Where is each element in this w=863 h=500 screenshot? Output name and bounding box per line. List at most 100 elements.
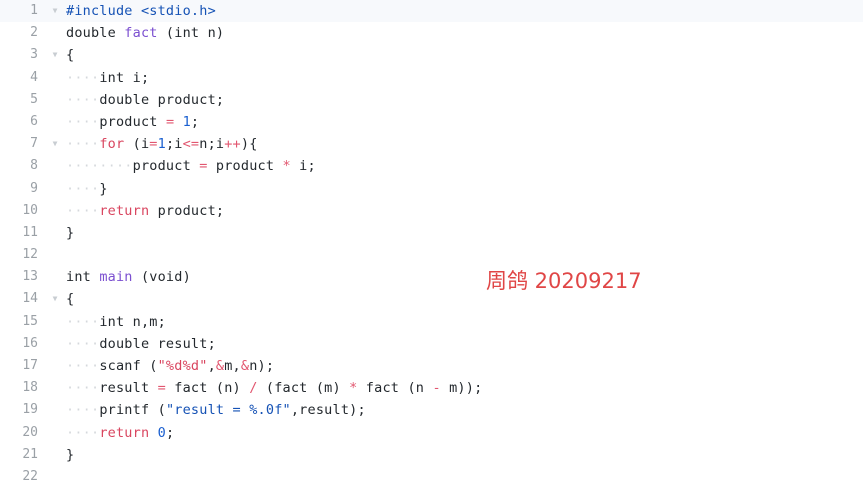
token-ws: ···· — [66, 335, 100, 352]
line-content: } — [66, 222, 74, 244]
token-plain: product — [207, 158, 283, 175]
token-plain: (i — [124, 136, 150, 153]
line-number: 19 — [22, 402, 38, 418]
code-line[interactable]: 2 double fact (int n) — [0, 22, 863, 44]
token-plain: , — [207, 358, 216, 374]
token-ws: ···· — [66, 358, 100, 374]
line-content: ········product = product * i; — [66, 155, 316, 177]
line-number: 16 — [22, 335, 38, 351]
line-content: #include <stdio.h> — [66, 0, 216, 22]
token-ws: ···· — [66, 136, 100, 153]
token-plain: ; — [190, 113, 200, 130]
code-line[interactable]: 18 ····result = fact (n) / (fact (m) * fa… — [0, 377, 863, 399]
code-line[interactable]: 21} — [0, 444, 863, 466]
token-plain: product — [132, 158, 200, 175]
line-number: 6 — [30, 113, 38, 129]
line-content: int main (void) — [66, 266, 191, 288]
code-line[interactable]: 22 — [0, 466, 863, 488]
token-plain: } — [66, 224, 75, 241]
line-content: { — [66, 288, 74, 310]
code-line[interactable]: 15 ····int n,m; — [0, 311, 863, 333]
token-plain: printf ( — [99, 402, 166, 419]
code-line[interactable]: 17 ····scanf ("%d%d",&m,&n); — [0, 355, 863, 377]
token-ws: ···· — [66, 424, 100, 441]
token-plain: int — [66, 269, 100, 286]
fold-toggle-icon[interactable]: ▼ — [50, 133, 60, 155]
token-plain: product — [99, 113, 166, 130]
code-line[interactable]: 7 ▼ ····for (i=1;i<=n;i++){ — [0, 133, 863, 155]
token-ws: ···· — [66, 380, 100, 397]
line-content: ····return 0; — [66, 422, 174, 444]
code-editor[interactable]: 1 ▼ #include <stdio.h> 2 double fact (int n)… — [0, 0, 863, 500]
line-number: 5 — [30, 91, 38, 107]
code-line[interactable]: 5 ····double product; — [0, 89, 863, 111]
token-op: & — [240, 358, 250, 374]
token-op: = — [199, 158, 208, 175]
token-plain: } — [99, 180, 108, 197]
token-plain: { — [66, 47, 75, 64]
code-line[interactable]: 4 ····int i; — [0, 67, 863, 89]
token-plain: (void) — [132, 269, 191, 286]
line-content: double fact (int n) — [66, 22, 224, 44]
token-ws: ···· — [66, 402, 100, 419]
code-line[interactable]: 1 ▼ #include <stdio.h> — [0, 0, 863, 23]
token-plain: i; — [290, 158, 316, 175]
line-number: 11 — [22, 224, 38, 240]
line-number: 3 — [30, 47, 38, 63]
token-ws: ···· — [66, 202, 100, 219]
token-plain: scanf ( — [99, 358, 158, 374]
token-plain: m, — [224, 358, 241, 374]
fold-toggle-icon[interactable]: ▼ — [50, 288, 60, 310]
code-line[interactable]: 3 ▼ { — [0, 44, 863, 66]
token-op: <= — [182, 136, 200, 153]
token-ws: ···· — [66, 113, 100, 130]
token-num: 0 — [157, 424, 166, 441]
token-ws: ···· — [66, 313, 100, 330]
line-number: 10 — [22, 202, 38, 218]
line-content: ····double product; — [66, 89, 224, 111]
token-fn: fact — [124, 25, 158, 42]
token-op: / — [249, 380, 258, 397]
token-plain: result — [99, 380, 158, 397]
code-line[interactable]: 6 ····product = 1; — [0, 111, 863, 133]
line-number: 13 — [22, 269, 38, 285]
code-lines-container[interactable]: 1 ▼ #include <stdio.h> 2 double fact (int n)… — [0, 0, 863, 500]
fold-toggle-icon[interactable]: ▼ — [50, 0, 60, 22]
token-ws: ········ — [66, 158, 133, 175]
token-pre: #include <stdio.h> — [66, 3, 216, 19]
token-str-red: "%d%d" — [157, 358, 208, 374]
token-fn: main — [99, 269, 133, 286]
code-line[interactable]: 12 — [0, 244, 863, 266]
token-str-blue: "result = %.0f" — [165, 402, 291, 419]
line-content: ····result = fact (n) / (fact (m) * fact… — [66, 377, 482, 399]
code-line[interactable]: 8 ········product = product * i; — [0, 155, 863, 177]
token-plain: ;i — [165, 136, 183, 153]
code-line[interactable]: 20 ····return 0; — [0, 422, 863, 444]
line-content: ····printf ("result = %.0f",result); — [66, 399, 366, 421]
token-op: ++ — [224, 136, 241, 153]
line-content: ····int n,m; — [66, 311, 166, 333]
code-line[interactable]: 19 ····printf ("result = %.0f",result); — [0, 399, 863, 421]
token-plain: ,result); — [290, 402, 366, 419]
line-number: 18 — [22, 380, 38, 396]
code-line[interactable]: 10 ····return product; — [0, 200, 863, 222]
code-line[interactable]: 14 ▼ { — [0, 288, 863, 310]
code-line[interactable]: 9 ····} — [0, 178, 863, 200]
line-number: 17 — [22, 358, 38, 373]
token-plain: n); — [249, 358, 275, 374]
line-content: ····} — [66, 178, 108, 200]
token-kw: for — [99, 136, 125, 153]
code-line[interactable]: 11} — [0, 222, 863, 244]
line-number: 8 — [30, 158, 38, 174]
line-number: 22 — [22, 468, 38, 484]
fold-toggle-icon[interactable]: ▼ — [50, 44, 60, 66]
token-op: - — [432, 380, 441, 397]
token-kw: return — [99, 424, 150, 441]
line-content: ····int i; — [66, 67, 149, 89]
line-number: 9 — [30, 180, 38, 196]
code-line[interactable]: 16 ····double result; — [0, 333, 863, 355]
code-line[interactable]: 13 int main (void) — [0, 266, 863, 288]
token-num: 1 — [182, 113, 191, 130]
line-number: 2 — [30, 25, 38, 41]
